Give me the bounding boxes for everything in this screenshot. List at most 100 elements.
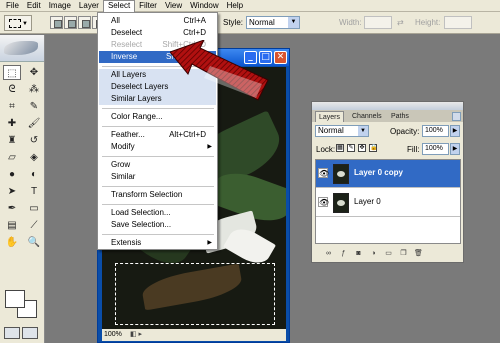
style-select[interactable]: Normal ▼ xyxy=(246,16,300,29)
hand-tool-icon[interactable]: ✋ xyxy=(3,235,21,250)
menu-item-extensis[interactable]: Extensis ▶ xyxy=(99,237,216,249)
add-selection-icon[interactable] xyxy=(64,16,77,29)
magic-wand-icon[interactable]: ⁂ xyxy=(25,82,43,97)
notes-tool-icon[interactable]: ▤ xyxy=(3,218,21,233)
fill-tool-icon[interactable]: ◈ xyxy=(25,150,43,165)
slice-tool-icon[interactable]: ✎ xyxy=(25,99,43,114)
visibility-eye-icon[interactable]: 👁 xyxy=(318,197,329,207)
menu-separator xyxy=(102,108,214,109)
fill-label: Fill: xyxy=(407,145,420,154)
menu-edit[interactable]: Edit xyxy=(23,0,45,12)
style-value: Normal xyxy=(249,18,275,27)
screen-mode-icon[interactable] xyxy=(22,327,38,339)
menu-item-transform-selection[interactable]: Transform Selection xyxy=(99,189,216,201)
eyedropper-icon[interactable]: ⟋ xyxy=(25,218,43,233)
menu-item-load-selection[interactable]: Load Selection... xyxy=(99,207,216,219)
tab-layers[interactable]: Layers xyxy=(315,111,345,122)
brush-tool-icon[interactable]: 🖌 xyxy=(25,116,43,131)
eraser-tool-icon[interactable]: ▱ xyxy=(3,150,21,165)
subtract-selection-icon[interactable] xyxy=(78,16,91,29)
panel-titlebar[interactable] xyxy=(312,102,463,110)
menu-item-feather[interactable]: Feather... Alt+Ctrl+D xyxy=(99,129,216,141)
lock-all-icon[interactable]: 🔒 xyxy=(369,144,377,152)
blur-tool-icon[interactable]: ● xyxy=(3,167,21,182)
opacity-field[interactable]: 100% xyxy=(422,125,449,137)
link-layers-icon[interactable]: ∞ xyxy=(324,249,333,258)
layer-thumbnail xyxy=(333,193,349,213)
tab-paths[interactable]: Paths xyxy=(388,111,412,122)
new-layer-icon[interactable]: ❐ xyxy=(399,249,408,258)
height-field[interactable] xyxy=(444,16,472,29)
menu-layer[interactable]: Layer xyxy=(75,0,103,12)
menu-window[interactable]: Window xyxy=(186,0,222,12)
minimize-icon[interactable]: _ xyxy=(244,51,257,64)
menu-item-modify[interactable]: Modify ▶ xyxy=(99,141,216,153)
chevron-down-icon: ▼ xyxy=(22,21,28,27)
menu-image[interactable]: Image xyxy=(45,0,75,12)
tool-preset-picker[interactable]: ▼ xyxy=(4,15,32,31)
close-icon[interactable]: ✕ xyxy=(274,51,287,64)
menu-select[interactable]: Select xyxy=(102,0,136,12)
menu-item-label: Load Selection... xyxy=(111,208,171,217)
stamp-tool-icon[interactable]: ♜ xyxy=(3,133,21,148)
menu-item-grow[interactable]: Grow xyxy=(99,159,216,171)
quickmask-icon[interactable] xyxy=(4,327,20,339)
opacity-slider-icon[interactable]: ▶ xyxy=(450,125,460,137)
blend-mode-select[interactable]: Normal ▼ xyxy=(315,125,369,137)
menu-item-label: Deselect xyxy=(111,28,143,37)
type-tool-icon[interactable]: T xyxy=(25,184,43,199)
lasso-tool-icon[interactable]: ᘓ xyxy=(3,82,21,97)
crop-tool-icon[interactable]: ⌗ xyxy=(3,99,21,114)
maximize-icon[interactable]: □ xyxy=(259,51,272,64)
move-tool-icon[interactable]: ✥ xyxy=(25,65,43,80)
menu-shortcut: Ctrl+D xyxy=(183,28,206,37)
layer-mask-icon[interactable]: ◙ xyxy=(354,249,363,258)
layer-style-icon[interactable]: ƒ xyxy=(339,249,348,258)
layer-row[interactable]: 👁 Layer 0 copy xyxy=(316,160,460,188)
visibility-eye-icon[interactable]: 👁 xyxy=(318,168,329,178)
menu-item-deselect[interactable]: Deselect Ctrl+D xyxy=(99,27,216,39)
marquee-tool-icon[interactable]: ⬚ xyxy=(3,65,21,80)
fill-slider-icon[interactable]: ▶ xyxy=(450,143,460,155)
zoom-level[interactable]: 100% xyxy=(104,329,128,341)
menu-item-inverse[interactable]: Inverse Shift+Ctrl+I xyxy=(99,51,216,63)
healing-brush-icon[interactable]: ✚ xyxy=(3,116,21,131)
delete-layer-icon[interactable]: 🗑 xyxy=(414,249,423,258)
layer-row[interactable]: 👁 Layer 0 xyxy=(316,189,460,217)
fill-field[interactable]: 100% xyxy=(422,143,449,155)
status-nav-icon[interactable]: ◧ ▸ xyxy=(130,329,142,341)
panel-menu-icon[interactable] xyxy=(452,112,461,121)
foreground-color[interactable] xyxy=(5,290,25,308)
zoom-tool-icon[interactable]: 🔍 xyxy=(25,235,43,250)
tab-channels[interactable]: Channels xyxy=(349,111,385,122)
menu-help[interactable]: Help xyxy=(223,0,247,12)
dodge-tool-icon[interactable]: ◐ xyxy=(25,167,43,182)
menu-item-all-layers[interactable]: All Layers xyxy=(99,69,216,81)
new-selection-icon[interactable] xyxy=(50,16,63,29)
swap-icon[interactable]: ⇄ xyxy=(397,18,404,27)
menu-filter[interactable]: Filter xyxy=(135,0,161,12)
new-group-icon[interactable]: ▭ xyxy=(384,249,393,258)
width-field[interactable] xyxy=(364,16,392,29)
lock-transparency-icon[interactable]: ▦ xyxy=(336,144,344,152)
adjustment-layer-icon[interactable]: ◑ xyxy=(369,249,378,258)
lock-pixels-icon[interactable]: ✎ xyxy=(347,144,355,152)
menu-item-save-selection[interactable]: Save Selection... xyxy=(99,219,216,231)
menu-item-label: Save Selection... xyxy=(111,220,172,229)
menu-separator xyxy=(102,126,214,127)
history-brush-icon[interactable]: ↺ xyxy=(25,133,43,148)
menu-item-similar[interactable]: Similar xyxy=(99,171,216,183)
menu-item-color-range[interactable]: Color Range... xyxy=(99,111,216,123)
menu-item-all[interactable]: All Ctrl+A xyxy=(99,15,216,27)
lock-position-icon[interactable]: ✥ xyxy=(358,144,366,152)
menu-item-deselect-layers[interactable]: Deselect Layers xyxy=(99,81,216,93)
pen-tool-icon[interactable]: ✒ xyxy=(3,201,21,216)
menu-file[interactable]: File xyxy=(2,0,23,12)
menu-view[interactable]: View xyxy=(161,0,186,12)
options-bar: ▼ Style: Normal ▼ Width: ⇄ Height: xyxy=(0,12,500,34)
path-select-icon[interactable]: ➤ xyxy=(3,184,21,199)
feather-logo-icon[interactable] xyxy=(4,41,38,55)
document-status-bar: 100% ◧ ▸ xyxy=(102,329,286,341)
menu-item-similar-layers[interactable]: Similar Layers xyxy=(99,93,216,105)
shape-tool-icon[interactable]: ▭ xyxy=(25,201,43,216)
